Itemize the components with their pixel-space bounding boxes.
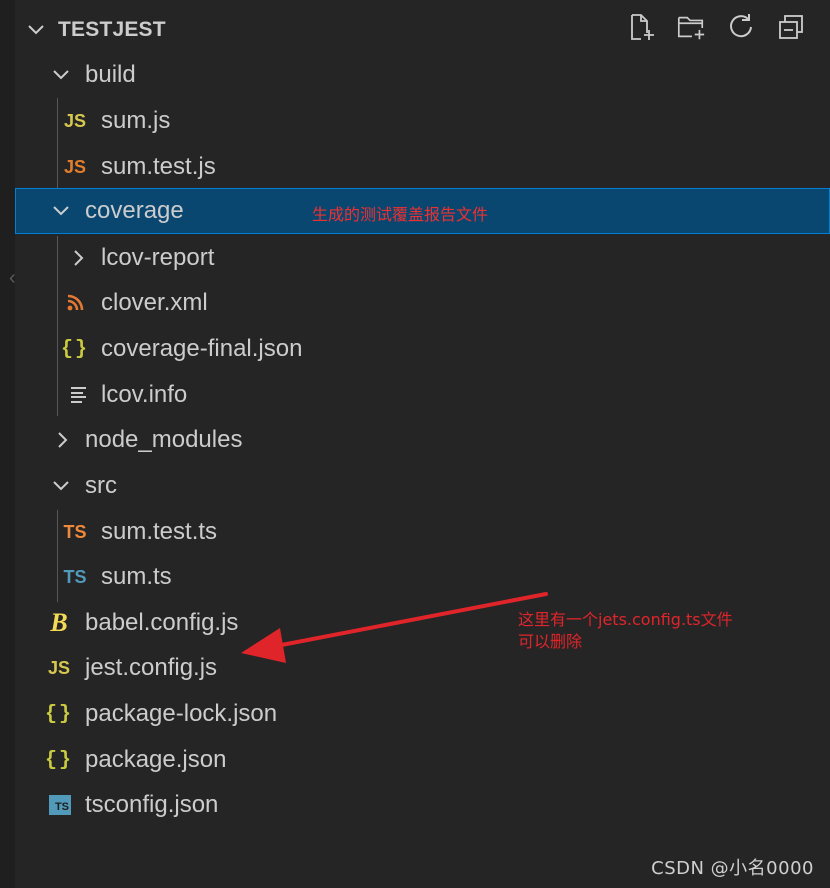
jest-config-annotation-line-2: 可以删除 — [518, 632, 583, 651]
tree-label: jest.config.js — [85, 654, 218, 681]
tree-file-sum-test-js[interactable]: JS sum.test.js — [15, 144, 830, 190]
rss-file-icon — [63, 291, 87, 315]
chevron-down-icon — [49, 474, 73, 498]
json-file-icon: {} — [45, 748, 74, 772]
tree-file-package-lock-json[interactable]: {} package-lock.json — [15, 691, 830, 737]
tree-label: node_modules — [85, 426, 243, 453]
new-folder-icon[interactable] — [676, 12, 706, 42]
tree-label: sum.ts — [101, 563, 172, 590]
tree-label: lcov-report — [101, 244, 215, 271]
tree-file-lcov-info[interactable]: lcov.info — [15, 372, 830, 418]
tree-label: package.json — [85, 746, 227, 773]
watermark: CSDN @小名0000 — [651, 858, 814, 879]
tree-file-coverage-final-json[interactable]: {} coverage-final.json — [15, 326, 830, 372]
new-file-icon[interactable] — [626, 12, 656, 42]
tree-label: package-lock.json — [85, 700, 278, 727]
sidebar-edge: ‹ — [0, 0, 16, 888]
text-file-icon — [67, 383, 91, 407]
explorer-actions — [626, 12, 806, 42]
tsconfig-badge: TS — [49, 795, 71, 815]
json-file-icon: {} — [61, 337, 90, 361]
tree-file-package-json[interactable]: {} package.json — [15, 737, 830, 783]
jest-config-annotation: 这里有一个jets.config.ts文件 可以删除 — [518, 609, 733, 653]
tree-label: sum.js — [101, 107, 171, 134]
chevron-down-icon — [49, 199, 73, 223]
workspace-title[interactable]: TESTJEST — [58, 18, 166, 42]
tree-label: tsconfig.json — [85, 791, 219, 818]
javascript-file-icon: JS — [63, 110, 87, 131]
chevron-right-icon — [67, 246, 91, 270]
tree-folder-lcov-report[interactable]: lcov-report — [15, 235, 830, 281]
tree-label: lcov.info — [101, 381, 188, 408]
tree-file-sum-js[interactable]: JS sum.js — [15, 98, 830, 144]
tree-file-clover-xml[interactable]: clover.xml — [15, 280, 830, 326]
tree-folder-src[interactable]: src — [15, 463, 830, 509]
tree-label: clover.xml — [101, 289, 208, 316]
tree-label: babel.config.js — [85, 609, 239, 636]
tree-folder-node-modules[interactable]: node_modules — [15, 417, 830, 463]
tree-folder-build[interactable]: build — [15, 52, 830, 98]
tree-label: src — [85, 472, 117, 499]
chevron-right-icon — [51, 428, 75, 452]
javascript-file-icon: JS — [47, 657, 71, 678]
collapse-all-icon[interactable] — [776, 12, 806, 42]
explorer-page: ‹ TESTJEST build JS sum.js JS sum.test.j… — [0, 0, 830, 888]
chevron-down-icon[interactable] — [26, 22, 46, 38]
javascript-test-file-icon: JS — [63, 156, 87, 177]
coverage-annotation: 生成的测试覆盖报告文件 — [312, 205, 489, 224]
typescript-test-file-icon: TS — [63, 521, 87, 542]
tsconfig-file-icon: TS — [48, 793, 72, 817]
tree-file-tsconfig-json[interactable]: TS tsconfig.json — [15, 782, 830, 828]
refresh-icon[interactable] — [726, 12, 756, 42]
tree-file-sum-test-ts[interactable]: TS sum.test.ts — [15, 509, 830, 555]
explorer-header: TESTJEST — [20, 10, 810, 50]
json-file-icon: {} — [45, 702, 74, 726]
tree-label: build — [85, 61, 136, 88]
tree-label: sum.test.ts — [101, 518, 218, 545]
tree-label: coverage-final.json — [101, 335, 303, 362]
jest-config-annotation-line-1: 这里有一个jets.config.ts文件 — [518, 610, 733, 629]
babel-file-icon: B — [50, 608, 68, 637]
chevron-down-icon — [49, 63, 73, 87]
tree-label: coverage — [85, 197, 184, 224]
tree-label: sum.test.js — [101, 153, 216, 180]
typescript-file-icon: TS — [63, 566, 87, 587]
tree-file-sum-ts[interactable]: TS sum.ts — [15, 554, 830, 600]
